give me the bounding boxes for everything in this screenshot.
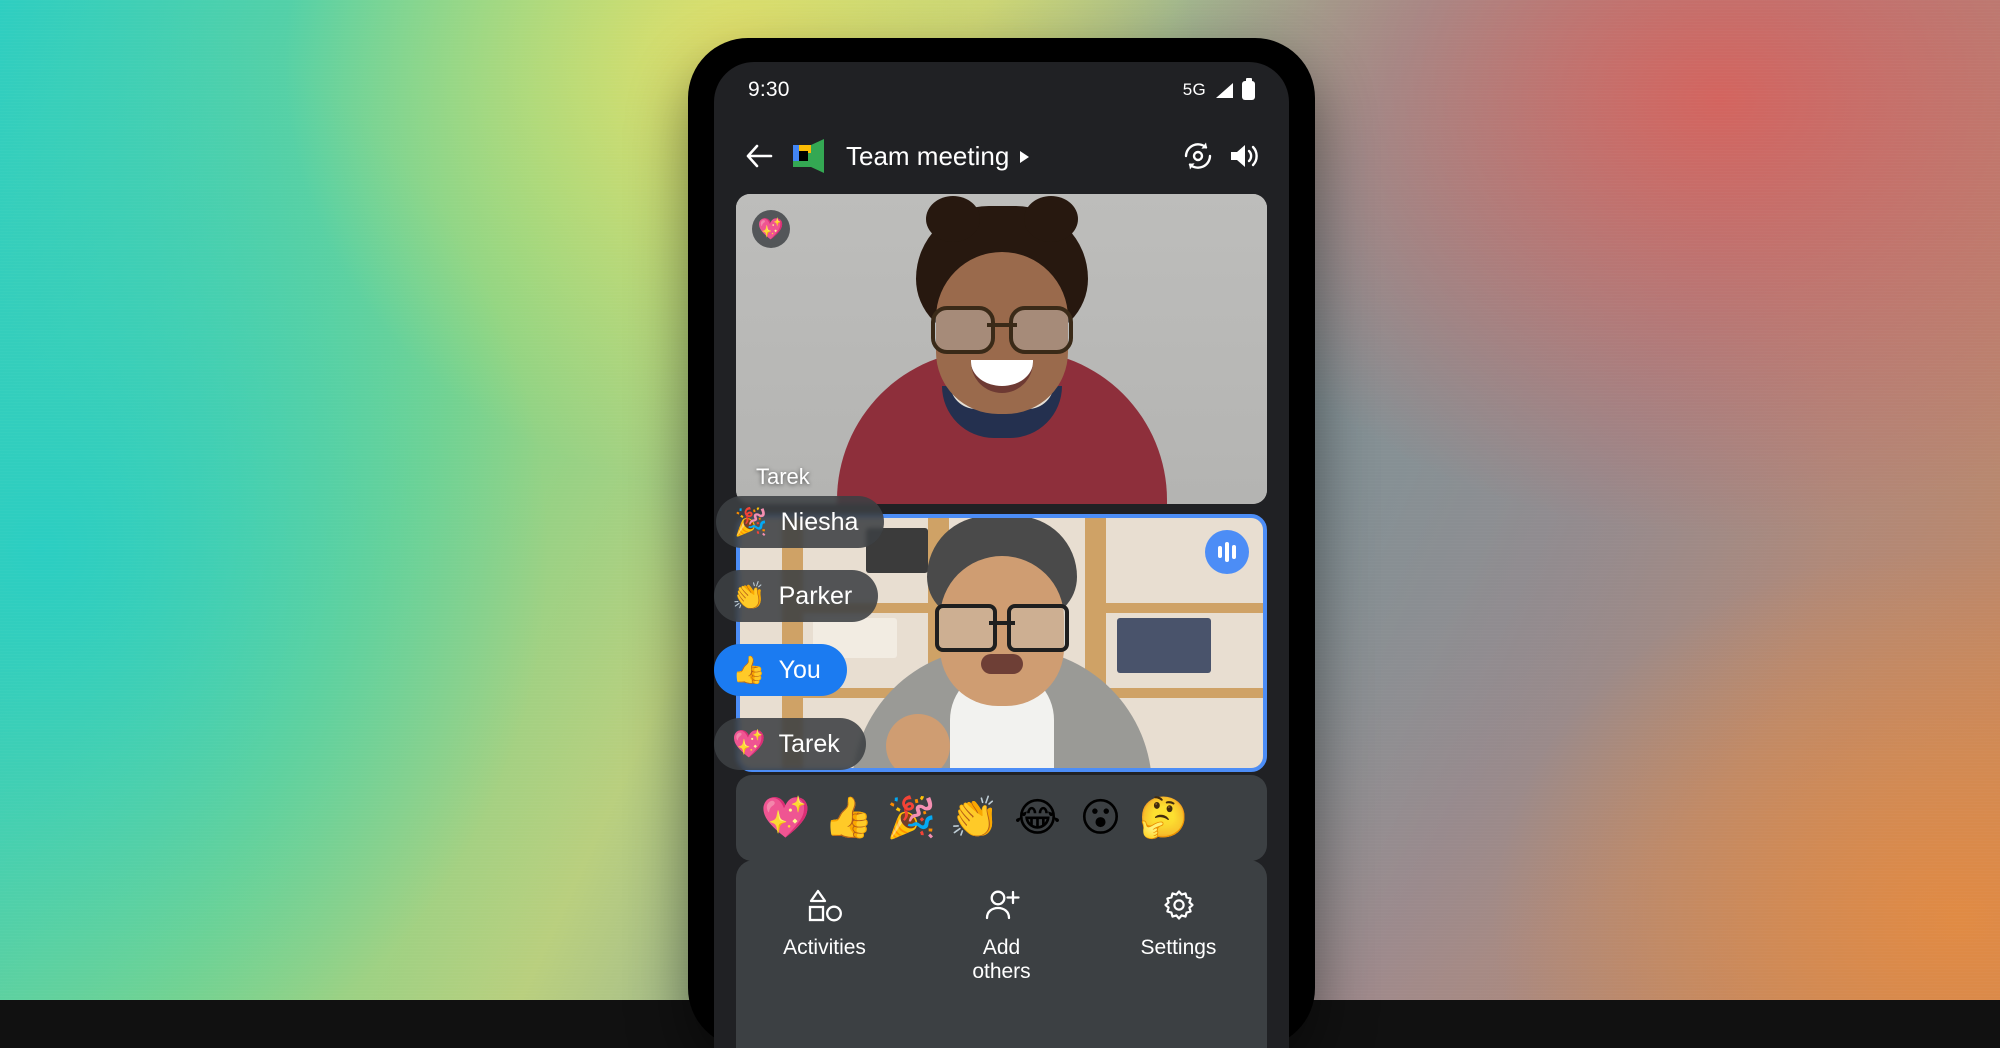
participant-glasses [934,604,1069,652]
settings-button[interactable]: Settings [1104,886,1254,960]
add-others-label-line1: Add [982,936,1021,959]
activities-button[interactable]: Activities [750,886,900,960]
shelf-box [813,618,897,658]
status-bar-time: 9:30 [748,78,790,101]
add-others-button[interactable]: Add others [927,886,1077,984]
video-tile-tarek[interactable]: 💖 Tarek [736,194,1267,504]
emoji-button-thinking-face[interactable]: 🤔 [1132,798,1195,838]
emoji-picker: 💖 👍 🎉 👏 😂 😮 🤔 [736,775,1267,872]
shelf-part [781,518,803,768]
speaker-button[interactable] [1221,133,1267,179]
signal-bars-icon [1216,82,1233,98]
participant-mouth [980,654,1023,674]
shelf-part [781,603,939,613]
video-stage: 💖 Tarek [714,194,1289,772]
phone-frame: 9:30 5G Team meeting 💖 Tarek 🎉 Niesha 👏 … [688,38,1315,1048]
google-meet-logo [788,137,830,175]
video-tile-active-speaker[interactable] [736,514,1267,772]
app-bar: Team meeting [714,118,1289,194]
participant-hand [886,714,951,768]
emoji-button-tears-of-joy[interactable]: 😂 [1006,798,1069,838]
status-bar: 9:30 5G [714,62,1289,118]
back-button[interactable] [736,133,782,179]
tile-participant-name: Tarek [756,464,810,489]
participant-glasses [930,306,1073,354]
gear-icon [1161,886,1197,924]
flip-camera-button[interactable] [1175,133,1221,179]
status-bar-indicators: 5G [1182,77,1255,100]
shapes-icon [806,886,844,924]
emoji-button-thumbs-up[interactable]: 👍 [817,798,880,838]
shelf-box [865,528,929,573]
meeting-title-button[interactable]: Team meeting [846,140,1030,172]
emoji-button-open-mouth[interactable]: 😮 [1069,798,1132,838]
flip-camera-icon [1184,142,1212,170]
shelf-box [1116,618,1211,673]
activities-label: Activities [783,936,866,959]
emoji-button-party-popper[interactable]: 🎉 [880,798,943,838]
battery-icon [1242,77,1255,100]
page-title: Team meeting [846,140,1010,171]
emoji-button-sparkling-heart[interactable]: 💖 [754,798,817,838]
shelf-part [1085,603,1263,613]
chevron-right-icon [1020,151,1030,163]
add-others-label-line2: others [972,960,1031,984]
phone-screen: 9:30 5G Team meeting 💖 Tarek 🎉 Niesha 👏 … [714,62,1289,1048]
tile-reaction-badge: 💖 [752,210,790,248]
person-add-icon [983,886,1021,924]
emoji-button-clapping-hands[interactable]: 👏 [943,798,1006,838]
speaker-volume-icon [1231,145,1258,167]
back-arrow-icon [746,144,773,168]
bottom-action-sheet: Activities Add others Settings [736,860,1267,1048]
emoji-picker-bar[interactable]: 💖 👍 🎉 👏 😂 😮 🤔 [736,775,1267,861]
add-others-label: Add others [972,936,1030,984]
audio-waveform-icon [1205,530,1249,574]
settings-label: Settings [1140,936,1217,959]
network-label: 5G [1182,80,1206,99]
